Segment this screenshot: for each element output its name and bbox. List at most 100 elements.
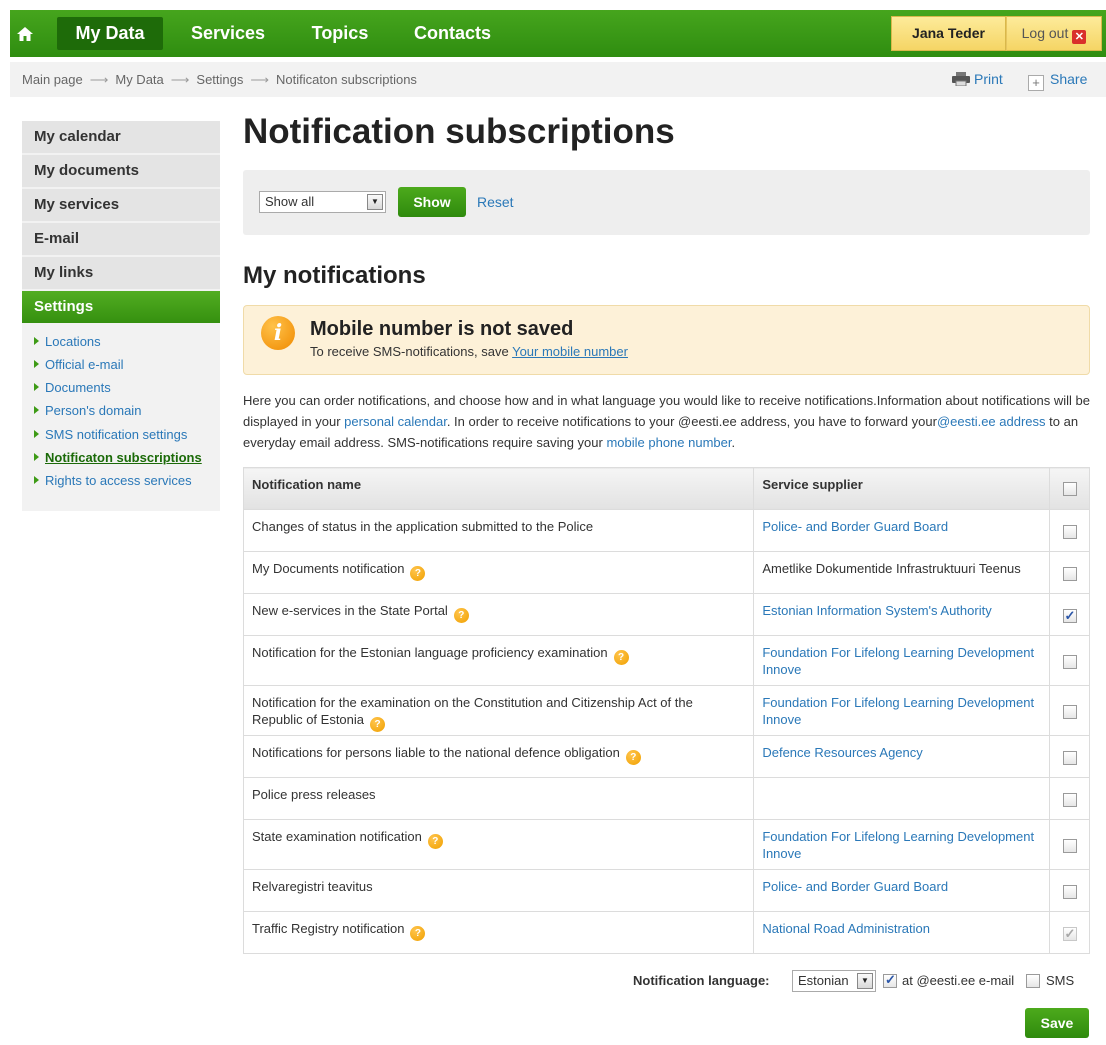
breadcrumb-my-data[interactable]: My Data: [115, 72, 163, 87]
subscribe-checkbox[interactable]: [1062, 792, 1077, 807]
language-select[interactable]: Estonian ▼: [792, 970, 876, 992]
service-supplier-link[interactable]: Foundation For Lifelong Learning Develop…: [762, 829, 1034, 861]
sub-item-label: Person's domain: [45, 403, 142, 418]
alert-text: To receive SMS-notifications, save Your …: [310, 344, 628, 359]
page-title: Notification subscriptions: [243, 112, 675, 151]
reset-link[interactable]: Reset: [477, 194, 514, 210]
service-supplier-link: Ametlike Dokumentide Infrastruktuuri Tee…: [762, 561, 1021, 576]
mobile-number-link[interactable]: Your mobile number: [512, 344, 628, 359]
notification-name-cell: Traffic Registry notification?: [242, 911, 755, 954]
show-button[interactable]: Show: [398, 187, 466, 217]
settings-sub-locations[interactable]: Locations: [34, 334, 101, 349]
subscribe-checkbox[interactable]: [1062, 654, 1077, 669]
printer-icon: [952, 72, 970, 87]
print-label: Print: [974, 71, 1003, 87]
subscribe-cell: [1049, 735, 1090, 778]
settings-sub-notification-subscriptions[interactable]: Notificaton subscriptions: [34, 450, 202, 465]
intro-text-4: .: [731, 435, 736, 450]
settings-sub-sms-settings[interactable]: SMS notification settings: [34, 427, 187, 442]
select-all-checkbox[interactable]: [1062, 482, 1077, 497]
sub-item-label: Notificaton subscriptions: [45, 450, 202, 465]
notification-name-cell: Police press releases: [242, 777, 755, 820]
nav-my-data[interactable]: My Data: [57, 17, 163, 50]
service-supplier-link[interactable]: Foundation For Lifelong Learning Develop…: [762, 695, 1034, 727]
bullet-triangle-icon: [34, 337, 39, 345]
email-checkbox[interactable]: [883, 972, 897, 988]
sidebar-item-email[interactable]: E-mail: [22, 223, 220, 255]
help-icon[interactable]: ?: [613, 650, 629, 665]
sidebar-item-my-calendar[interactable]: My calendar: [22, 121, 220, 153]
bullet-triangle-icon: [34, 360, 39, 368]
bullet-triangle-icon: [34, 406, 39, 414]
home-icon[interactable]: [10, 10, 40, 57]
breadcrumb-current: Notificaton subscriptions: [276, 72, 417, 87]
save-button[interactable]: Save: [1025, 1008, 1089, 1038]
service-supplier-link[interactable]: Police- and Border Guard Board: [762, 879, 948, 894]
settings-sub-official-email[interactable]: Official e-mail: [34, 357, 124, 372]
settings-sub-rights-access[interactable]: Rights to access services: [34, 473, 192, 488]
service-supplier-link[interactable]: Defence Resources Agency: [762, 745, 922, 760]
notification-name: Changes of status in the application sub…: [252, 519, 594, 534]
sidebar-item-my-services[interactable]: My services: [22, 189, 220, 221]
breadcrumb-main-page[interactable]: Main page: [22, 72, 83, 87]
notification-name: Police press releases: [252, 787, 376, 802]
nav-topics[interactable]: Topics: [301, 17, 379, 50]
service-supplier-cell: Police- and Border Guard Board: [753, 869, 1051, 912]
subscribe-checkbox[interactable]: [1062, 607, 1077, 624]
sms-checkbox[interactable]: [1026, 974, 1040, 988]
help-icon[interactable]: ?: [370, 717, 386, 732]
help-icon[interactable]: ?: [410, 926, 426, 941]
eesti-address-link[interactable]: @eesti.ee address: [937, 414, 1046, 429]
notification-name: State examination notification: [252, 829, 422, 844]
service-supplier-link[interactable]: Estonian Information System's Authority: [762, 603, 991, 618]
user-name[interactable]: Jana Teder: [891, 16, 1006, 51]
breadcrumb-bar: Main page ⟶ My Data ⟶ Settings ⟶ Notificaton s…: [10, 62, 1106, 97]
subscribe-checkbox[interactable]: [1062, 925, 1077, 942]
subscribe-checkbox[interactable]: [1062, 884, 1077, 899]
sub-item-label: Locations: [45, 334, 101, 349]
chevron-down-icon: ▼: [367, 194, 383, 210]
arrow-right-icon: ⟶: [89, 72, 109, 87]
service-supplier-link[interactable]: Foundation For Lifelong Learning Develop…: [762, 645, 1034, 677]
sidebar-item-settings[interactable]: Settings: [22, 291, 220, 323]
subscribe-cell: [1049, 685, 1090, 736]
help-icon[interactable]: ?: [427, 834, 443, 849]
sidebar-item-my-documents[interactable]: My documents: [22, 155, 220, 187]
help-icon[interactable]: ?: [410, 566, 426, 581]
service-supplier-link[interactable]: National Road Administration: [762, 921, 930, 936]
subscribe-cell: [1049, 777, 1090, 820]
print-link[interactable]: Print: [952, 62, 1003, 97]
settings-sub-documents[interactable]: Documents: [34, 380, 111, 395]
logout-button[interactable]: Log out ✕: [1006, 16, 1102, 51]
subscribe-checkbox[interactable]: [1062, 838, 1077, 853]
nav-contacts[interactable]: Contacts: [405, 17, 500, 50]
subscribe-checkbox[interactable]: [1062, 566, 1077, 581]
table-row: My Documents notification? Ametlike Dokum…: [242, 551, 1090, 594]
subscribe-checkbox[interactable]: [1062, 704, 1077, 719]
sidebar-item-my-links[interactable]: My links: [22, 257, 220, 289]
help-icon[interactable]: ?: [453, 608, 469, 623]
notification-name-cell: Notification for the Estonian language p…: [242, 635, 755, 686]
table-row: State examination notification? Foundatio…: [242, 819, 1090, 870]
help-icon[interactable]: ?: [625, 750, 641, 765]
settings-sub-persons-domain[interactable]: Person's domain: [34, 403, 141, 418]
filter-select[interactable]: Show all ▼: [259, 191, 386, 213]
breadcrumb-settings[interactable]: Settings: [196, 72, 243, 87]
share-link[interactable]: + Share: [1028, 62, 1087, 97]
subscribe-cell: [1049, 635, 1090, 686]
arrow-right-icon: ⟶: [170, 72, 190, 87]
mobile-phone-link[interactable]: mobile phone number: [606, 435, 731, 450]
subscribe-checkbox[interactable]: [1062, 524, 1077, 539]
sub-item-label: Documents: [45, 380, 111, 395]
service-supplier-link[interactable]: Police- and Border Guard Board: [762, 519, 948, 534]
subscribe-checkbox[interactable]: [1062, 750, 1077, 765]
notification-language-label: Notification language:: [633, 973, 770, 988]
service-supplier-cell: National Road Administration: [753, 911, 1051, 954]
table-row: Notifications for persons liable to the …: [242, 735, 1090, 778]
filter-select-value: Show all: [265, 194, 315, 209]
sidebar: My calendar My documents My services E-m…: [22, 121, 220, 511]
table-row: Notification for the Estonian language p…: [242, 635, 1090, 686]
nav-services[interactable]: Services: [180, 17, 276, 50]
sub-item-label: Official e-mail: [45, 357, 124, 372]
personal-calendar-link[interactable]: personal calendar: [344, 414, 447, 429]
